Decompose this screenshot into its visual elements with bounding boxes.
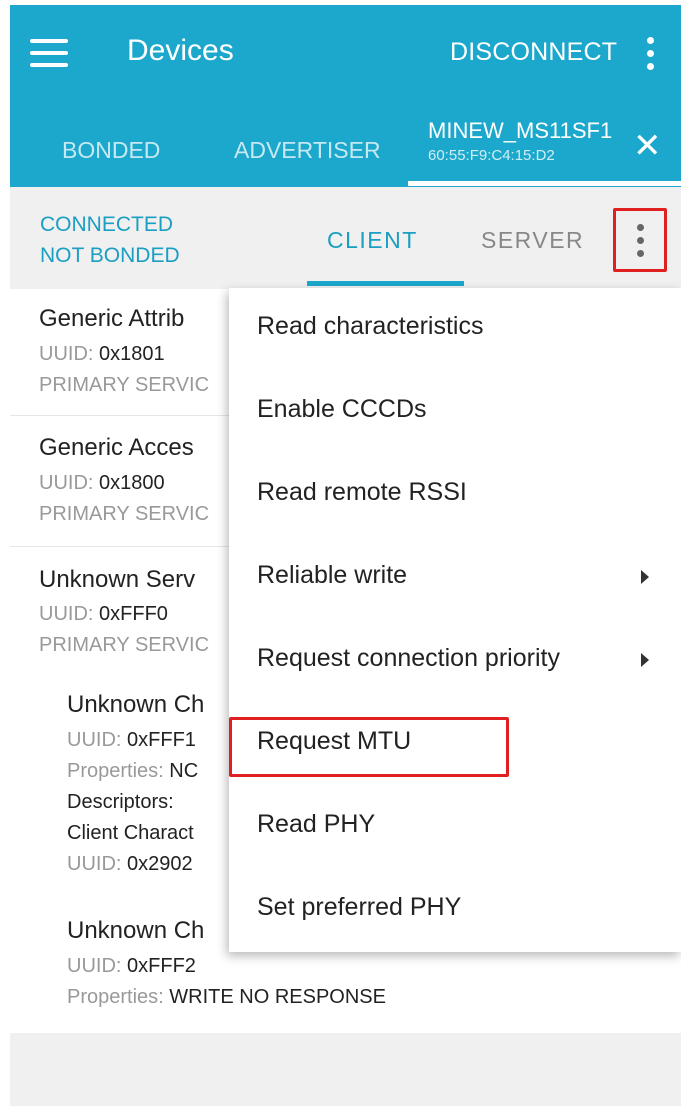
menu-item-reliable-write[interactable]: Reliable write: [229, 537, 681, 621]
tab-server[interactable]: SERVER: [481, 227, 584, 254]
service-uuid: UUID: 0xFFF0: [39, 603, 168, 626]
characteristic-properties: Properties: WRITE NO RESPONSE: [67, 986, 386, 1009]
descriptor-name: Client Charact: [67, 822, 194, 844]
menu-item-label: Set preferred PHY: [257, 893, 462, 921]
menu-item-request-connection-priority[interactable]: Request connection priority: [229, 620, 681, 704]
properties-label: Properties:: [67, 760, 164, 782]
menu-item-read-phy[interactable]: Read PHY: [229, 786, 681, 870]
uuid-label: UUID:: [67, 853, 122, 875]
menu-item-label: Reliable write: [257, 561, 408, 589]
menu-item-label: Request MTU: [257, 727, 412, 755]
tab-bonded[interactable]: BONDED: [62, 137, 160, 164]
device-name: MINEW_MS11SF1: [428, 118, 613, 143]
characteristic-name: Unknown Ch: [67, 917, 205, 944]
properties-value: NC: [169, 760, 199, 782]
connection-bar: CONNECTED NOT BONDED CLIENT SERVER: [10, 187, 681, 289]
menu-item-label: Request connection priority: [257, 644, 560, 672]
uuid-label: UUID:: [67, 955, 122, 977]
service-name: Unknown Serv: [39, 566, 196, 593]
menu-item-label: Read remote RSSI: [257, 478, 467, 506]
characteristic-name: Unknown Ch: [67, 691, 205, 718]
more-vert-icon[interactable]: [613, 208, 667, 272]
uuid-label: UUID:: [67, 729, 122, 751]
service-type: PRIMARY SERVIC: [39, 374, 210, 396]
menu-item-read-remote-rssi[interactable]: Read remote RSSI: [229, 454, 681, 538]
tab-client[interactable]: CLIENT: [327, 227, 418, 254]
connection-state: CONNECTED NOT BONDED: [40, 209, 180, 271]
service-uuid: UUID: 0x1801: [39, 343, 165, 366]
submenu-arrow-icon: [641, 570, 649, 584]
uuid-value: 0xFFF0: [99, 603, 168, 625]
uuid-value: 0x2902: [127, 853, 193, 875]
client-tab-indicator: [307, 281, 464, 286]
service-uuid: UUID: 0x1800: [39, 472, 165, 495]
tab-indicator: [408, 181, 681, 186]
close-icon[interactable]: ✕: [633, 129, 662, 163]
menu-item-set-preferred-phy[interactable]: Set preferred PHY: [229, 869, 681, 953]
device-tabs: BONDED ADVERTISER MINEW_MS11SF1 60:55:F9…: [10, 110, 681, 187]
submenu-arrow-icon: [641, 653, 649, 667]
device-address: 60:55:F9:C4:15:D2: [428, 147, 555, 164]
uuid-value: 0xFFF1: [127, 729, 196, 751]
tab-advertiser[interactable]: ADVERTISER: [234, 137, 381, 164]
characteristic-properties: Properties: NC: [67, 760, 198, 783]
properties-value: WRITE NO RESPONSE: [169, 986, 386, 1008]
overflow-popup-menu: Read characteristics Enable CCCDs Read r…: [229, 288, 681, 952]
uuid-label: UUID:: [39, 603, 94, 625]
descriptors-heading: Descriptors:: [67, 791, 174, 813]
connection-status: CONNECTED: [40, 213, 174, 236]
characteristic-uuid: UUID: 0xFFF2: [67, 955, 196, 978]
page-title: Devices: [127, 34, 234, 67]
menu-item-request-mtu[interactable]: Request MTU: [229, 703, 681, 787]
menu-item-enable-cccds[interactable]: Enable CCCDs: [229, 371, 681, 455]
service-type: PRIMARY SERVIC: [39, 503, 210, 525]
list-footer: [10, 1033, 681, 1106]
service-name: Generic Acces: [39, 434, 194, 461]
characteristic-uuid: UUID: 0xFFF1: [67, 729, 196, 752]
service-type: PRIMARY SERVIC: [39, 634, 210, 656]
menu-item-label: Enable CCCDs: [257, 395, 427, 423]
bond-status: NOT BONDED: [40, 244, 180, 267]
uuid-value: 0x1800: [99, 472, 165, 494]
disconnect-button[interactable]: DISCONNECT: [450, 38, 617, 67]
uuid-value: 0x1801: [99, 343, 165, 365]
uuid-value: 0xFFF2: [127, 955, 196, 977]
menu-item-read-characteristics[interactable]: Read characteristics: [229, 288, 681, 372]
uuid-label: UUID:: [39, 343, 94, 365]
uuid-label: UUID:: [39, 472, 94, 494]
descriptor-uuid: UUID: 0x2902: [67, 853, 193, 876]
hamburger-menu-icon[interactable]: [30, 39, 68, 69]
more-vert-icon[interactable]: [640, 32, 660, 76]
menu-item-label: Read characteristics: [257, 312, 484, 340]
menu-item-label: Read PHY: [257, 810, 376, 838]
properties-label: Properties:: [67, 986, 164, 1008]
service-name: Generic Attrib: [39, 305, 185, 332]
